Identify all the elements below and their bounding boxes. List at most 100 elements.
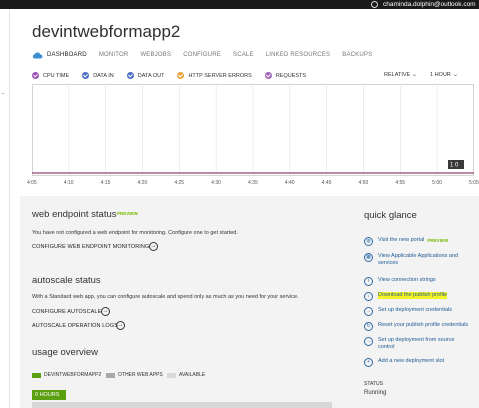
page-title: devintwebformapp2 bbox=[32, 22, 181, 41]
legend-swatch bbox=[32, 372, 41, 378]
relative-dropdown[interactable]: RELATIVE bbox=[384, 72, 410, 78]
legend-label: DATA IN bbox=[93, 72, 114, 79]
time-range-dropdown[interactable]: 1 HOUR bbox=[430, 72, 451, 78]
plus-icon: + bbox=[364, 358, 373, 367]
globe-icon: ◍ bbox=[364, 237, 373, 246]
legend-data-in[interactable]: DATA IN bbox=[82, 72, 114, 79]
grid-icon: ▦ bbox=[364, 253, 373, 262]
status-value: Running bbox=[364, 390, 387, 396]
legend-label: DEVINTWEBFORMAPP2 bbox=[44, 372, 102, 378]
download-icon: ↓ bbox=[364, 292, 373, 301]
preview-badge: PREVIEW bbox=[117, 211, 138, 216]
legend-cpu-time[interactable]: CPU TIME bbox=[32, 72, 69, 79]
arrow-right-icon: → bbox=[364, 307, 373, 316]
status-label: STATUS bbox=[364, 381, 383, 387]
legend-label: HTTP SERVER ERRORS bbox=[188, 72, 252, 79]
tab-dashboard[interactable]: DASHBOARD bbox=[47, 52, 87, 58]
legend-data-out[interactable]: DATA OUT bbox=[126, 72, 165, 79]
link-label: Add a new deployment slot bbox=[378, 358, 445, 364]
legend-requests[interactable]: REQUESTS bbox=[264, 72, 307, 79]
x-axis-labels: 4:05 4:10 4:15 4:20 4:25 4:30 4:35 4:40 4:45 4:50… bbox=[0, 180, 479, 188]
top-bar: chaminda.dolphin@outlook.com bbox=[0, 0, 479, 9]
tab-webjobs[interactable]: WEBJOBS bbox=[140, 52, 171, 58]
legend-swatch bbox=[106, 372, 115, 378]
reset-publish-credentials-link[interactable]: ↻ Reset your publish profile credentials bbox=[364, 322, 476, 331]
usage-heading: usage overview bbox=[32, 347, 99, 358]
link-label: Set up deployment credentials bbox=[378, 307, 452, 313]
arrow-right-icon[interactable]: → bbox=[101, 307, 110, 316]
cloud-icon bbox=[32, 52, 43, 59]
link-label: Download the publish profile bbox=[378, 292, 448, 299]
account-email[interactable]: chaminda.dolphin@outlook.com bbox=[383, 0, 476, 9]
autoscale-logs-link[interactable]: AUTOSCALE OPERATION LOGS bbox=[32, 323, 118, 329]
legend-http-server-errors[interactable]: HTTP SERVER ERRORS bbox=[177, 72, 252, 79]
autoscale-heading: autoscale status bbox=[32, 275, 101, 286]
legend-swatch bbox=[167, 372, 176, 378]
x-tick-label: 4:35 bbox=[248, 180, 258, 186]
x-tick-label: 4:20 bbox=[137, 180, 148, 186]
chevron-down-icon[interactable]: ⌄ bbox=[453, 71, 458, 78]
usage-legend-available: AVAILABLE bbox=[167, 372, 205, 378]
legend-label: OTHER WEB APPS bbox=[118, 372, 163, 378]
x-tick-label: 4:05 bbox=[27, 180, 37, 186]
link-label: View connection strings bbox=[378, 277, 436, 283]
legend-label: REQUESTS bbox=[275, 72, 307, 79]
checkmark-icon bbox=[32, 72, 39, 79]
autoscale-text: With a Standard web app, you can configu… bbox=[32, 294, 299, 300]
more-icon[interactable]: ··· bbox=[1, 91, 5, 97]
tab-backups[interactable]: BACKUPS bbox=[342, 52, 372, 58]
checkmark-icon bbox=[126, 72, 134, 79]
tab-monitor[interactable]: MONITOR bbox=[99, 52, 129, 58]
view-applicable-apps-link[interactable]: ▦ View Applicable Applications and servi… bbox=[364, 253, 476, 267]
arrow-right-icon: → bbox=[364, 337, 373, 346]
legend-label: CPU TIME bbox=[43, 72, 70, 79]
checkmark-icon bbox=[264, 72, 272, 79]
chevron-down-icon[interactable]: ⌄ bbox=[412, 71, 417, 78]
link-label: Visit the new portal bbox=[378, 237, 425, 243]
arrow-right-icon[interactable]: → bbox=[149, 242, 158, 251]
info-icon: i bbox=[364, 277, 373, 286]
download-publish-profile-link[interactable]: ↓ Download the publish profile bbox=[364, 292, 476, 301]
add-deployment-slot-link[interactable]: + Add a new deployment slot bbox=[364, 358, 476, 367]
usage-bar bbox=[32, 402, 332, 408]
metrics-legend: CPU TIME DATA IN DATA OUT HTTP SERVER ER… bbox=[32, 71, 319, 80]
value-badge-text: 1 0 bbox=[450, 163, 459, 169]
web-endpoint-text: You have not configured a web endpoint f… bbox=[32, 230, 238, 236]
configure-autoscale-link[interactable]: CONFIGURE AUTOSCALE bbox=[32, 309, 101, 315]
tab-configure[interactable]: CONFIGURE bbox=[183, 52, 221, 58]
deployment-source-control-link[interactable]: → Set up deployment from source control bbox=[364, 337, 476, 351]
tab-scale[interactable]: SCALE bbox=[233, 52, 254, 58]
refresh-icon: ↻ bbox=[364, 322, 373, 331]
left-nav-strip: ··· bbox=[0, 9, 10, 408]
metrics-chart: 1 0 bbox=[32, 84, 474, 176]
x-tick-label: 5:00 bbox=[432, 180, 442, 186]
link-label: Set up deployment from source control bbox=[378, 337, 455, 350]
link-label: View Applicable Applications and service… bbox=[378, 253, 459, 266]
checkmark-icon bbox=[82, 72, 90, 79]
x-tick-label: 4:30 bbox=[211, 180, 221, 186]
link-label: Reset your publish profile credentials bbox=[378, 322, 469, 328]
x-tick-label: 5:05 bbox=[469, 180, 479, 186]
visit-new-portal-link[interactable]: ◍ Visit the new portal PREVIEW bbox=[364, 237, 476, 246]
quick-glance-heading: quick glance bbox=[364, 210, 417, 221]
tab-bar: DASHBOARD MONITOR WEBJOBS CONFIGURE SCAL… bbox=[32, 49, 384, 61]
x-tick-label: 4:50 bbox=[358, 180, 369, 186]
checkmark-icon bbox=[177, 72, 185, 79]
x-tick-label: 4:40 bbox=[284, 180, 295, 186]
view-connection-strings-link[interactable]: i View connection strings bbox=[364, 277, 476, 286]
x-tick-label: 4:10 bbox=[63, 180, 74, 186]
web-endpoint-heading: web endpoint status bbox=[32, 209, 117, 220]
deployment-credentials-link[interactable]: → Set up deployment credentials bbox=[364, 307, 476, 316]
legend-label: AVAILABLE bbox=[179, 372, 206, 378]
globe-icon[interactable] bbox=[371, 1, 378, 8]
x-tick-label: 4:45 bbox=[321, 180, 332, 186]
x-tick-label: 4:25 bbox=[174, 180, 185, 186]
x-tick-label: 4:55 bbox=[395, 180, 406, 186]
legend-label: DATA OUT bbox=[137, 72, 165, 79]
hours-badge: 0 HOURS bbox=[32, 390, 66, 400]
tab-linked-resources[interactable]: LINKED RESOURCES bbox=[266, 52, 331, 58]
arrow-right-icon[interactable]: → bbox=[116, 321, 125, 330]
usage-legend-other: OTHER WEB APPS bbox=[106, 372, 163, 378]
configure-web-endpoint-link[interactable]: CONFIGURE WEB ENDPOINT MONITORING bbox=[32, 244, 149, 250]
preview-badge: PREVIEW bbox=[427, 238, 449, 243]
